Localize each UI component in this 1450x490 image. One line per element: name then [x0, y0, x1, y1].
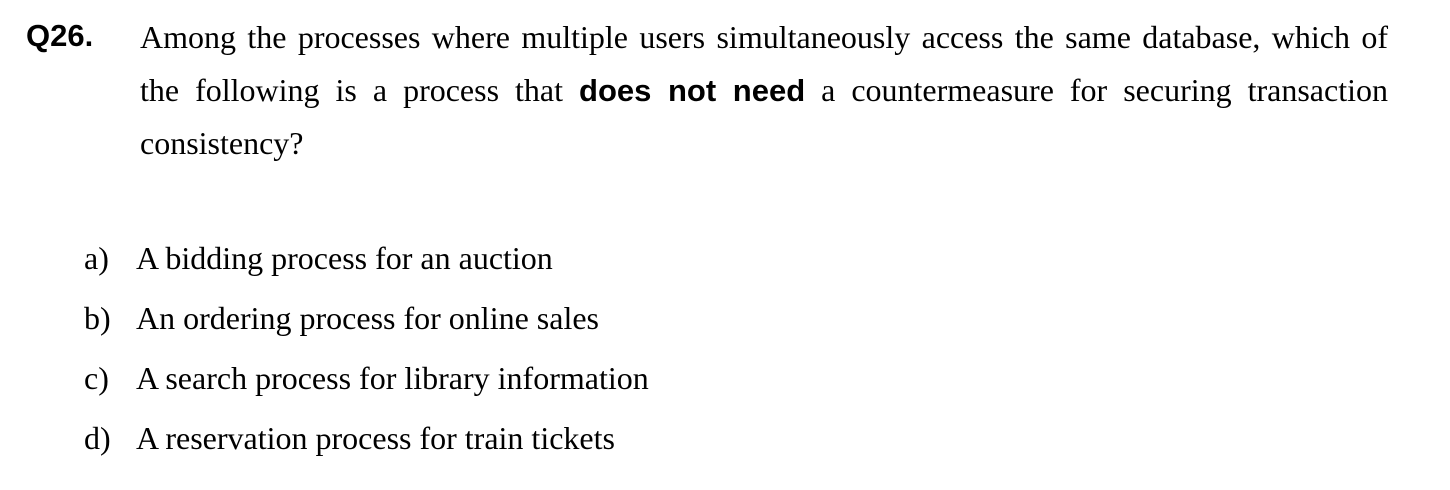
choice-letter: d) [84, 420, 111, 456]
choice-letter: b) [84, 300, 111, 336]
choice-text: A bidding process for an auction [136, 240, 553, 276]
choice-letter: c) [84, 360, 109, 396]
choice-b: b) An ordering process for online sales [84, 292, 649, 352]
choice-text: A search process for library information [136, 360, 649, 396]
question-emphasis: does not need [579, 73, 806, 108]
choice-d: d) A reservation process for train ticket… [84, 412, 649, 472]
choice-c: c) A search process for library informati… [84, 352, 649, 412]
choice-a: a) A bidding process for an auction [84, 232, 649, 292]
answer-choices: a) A bidding process for an auction b) An … [84, 232, 649, 472]
choice-letter: a) [84, 240, 109, 276]
question-number: Q26. [26, 18, 94, 53]
choice-text: A reservation process for train tickets [136, 420, 615, 456]
choice-text: An ordering process for online sales [136, 300, 599, 336]
question-stem: Among the processes where multiple users… [140, 11, 1388, 170]
